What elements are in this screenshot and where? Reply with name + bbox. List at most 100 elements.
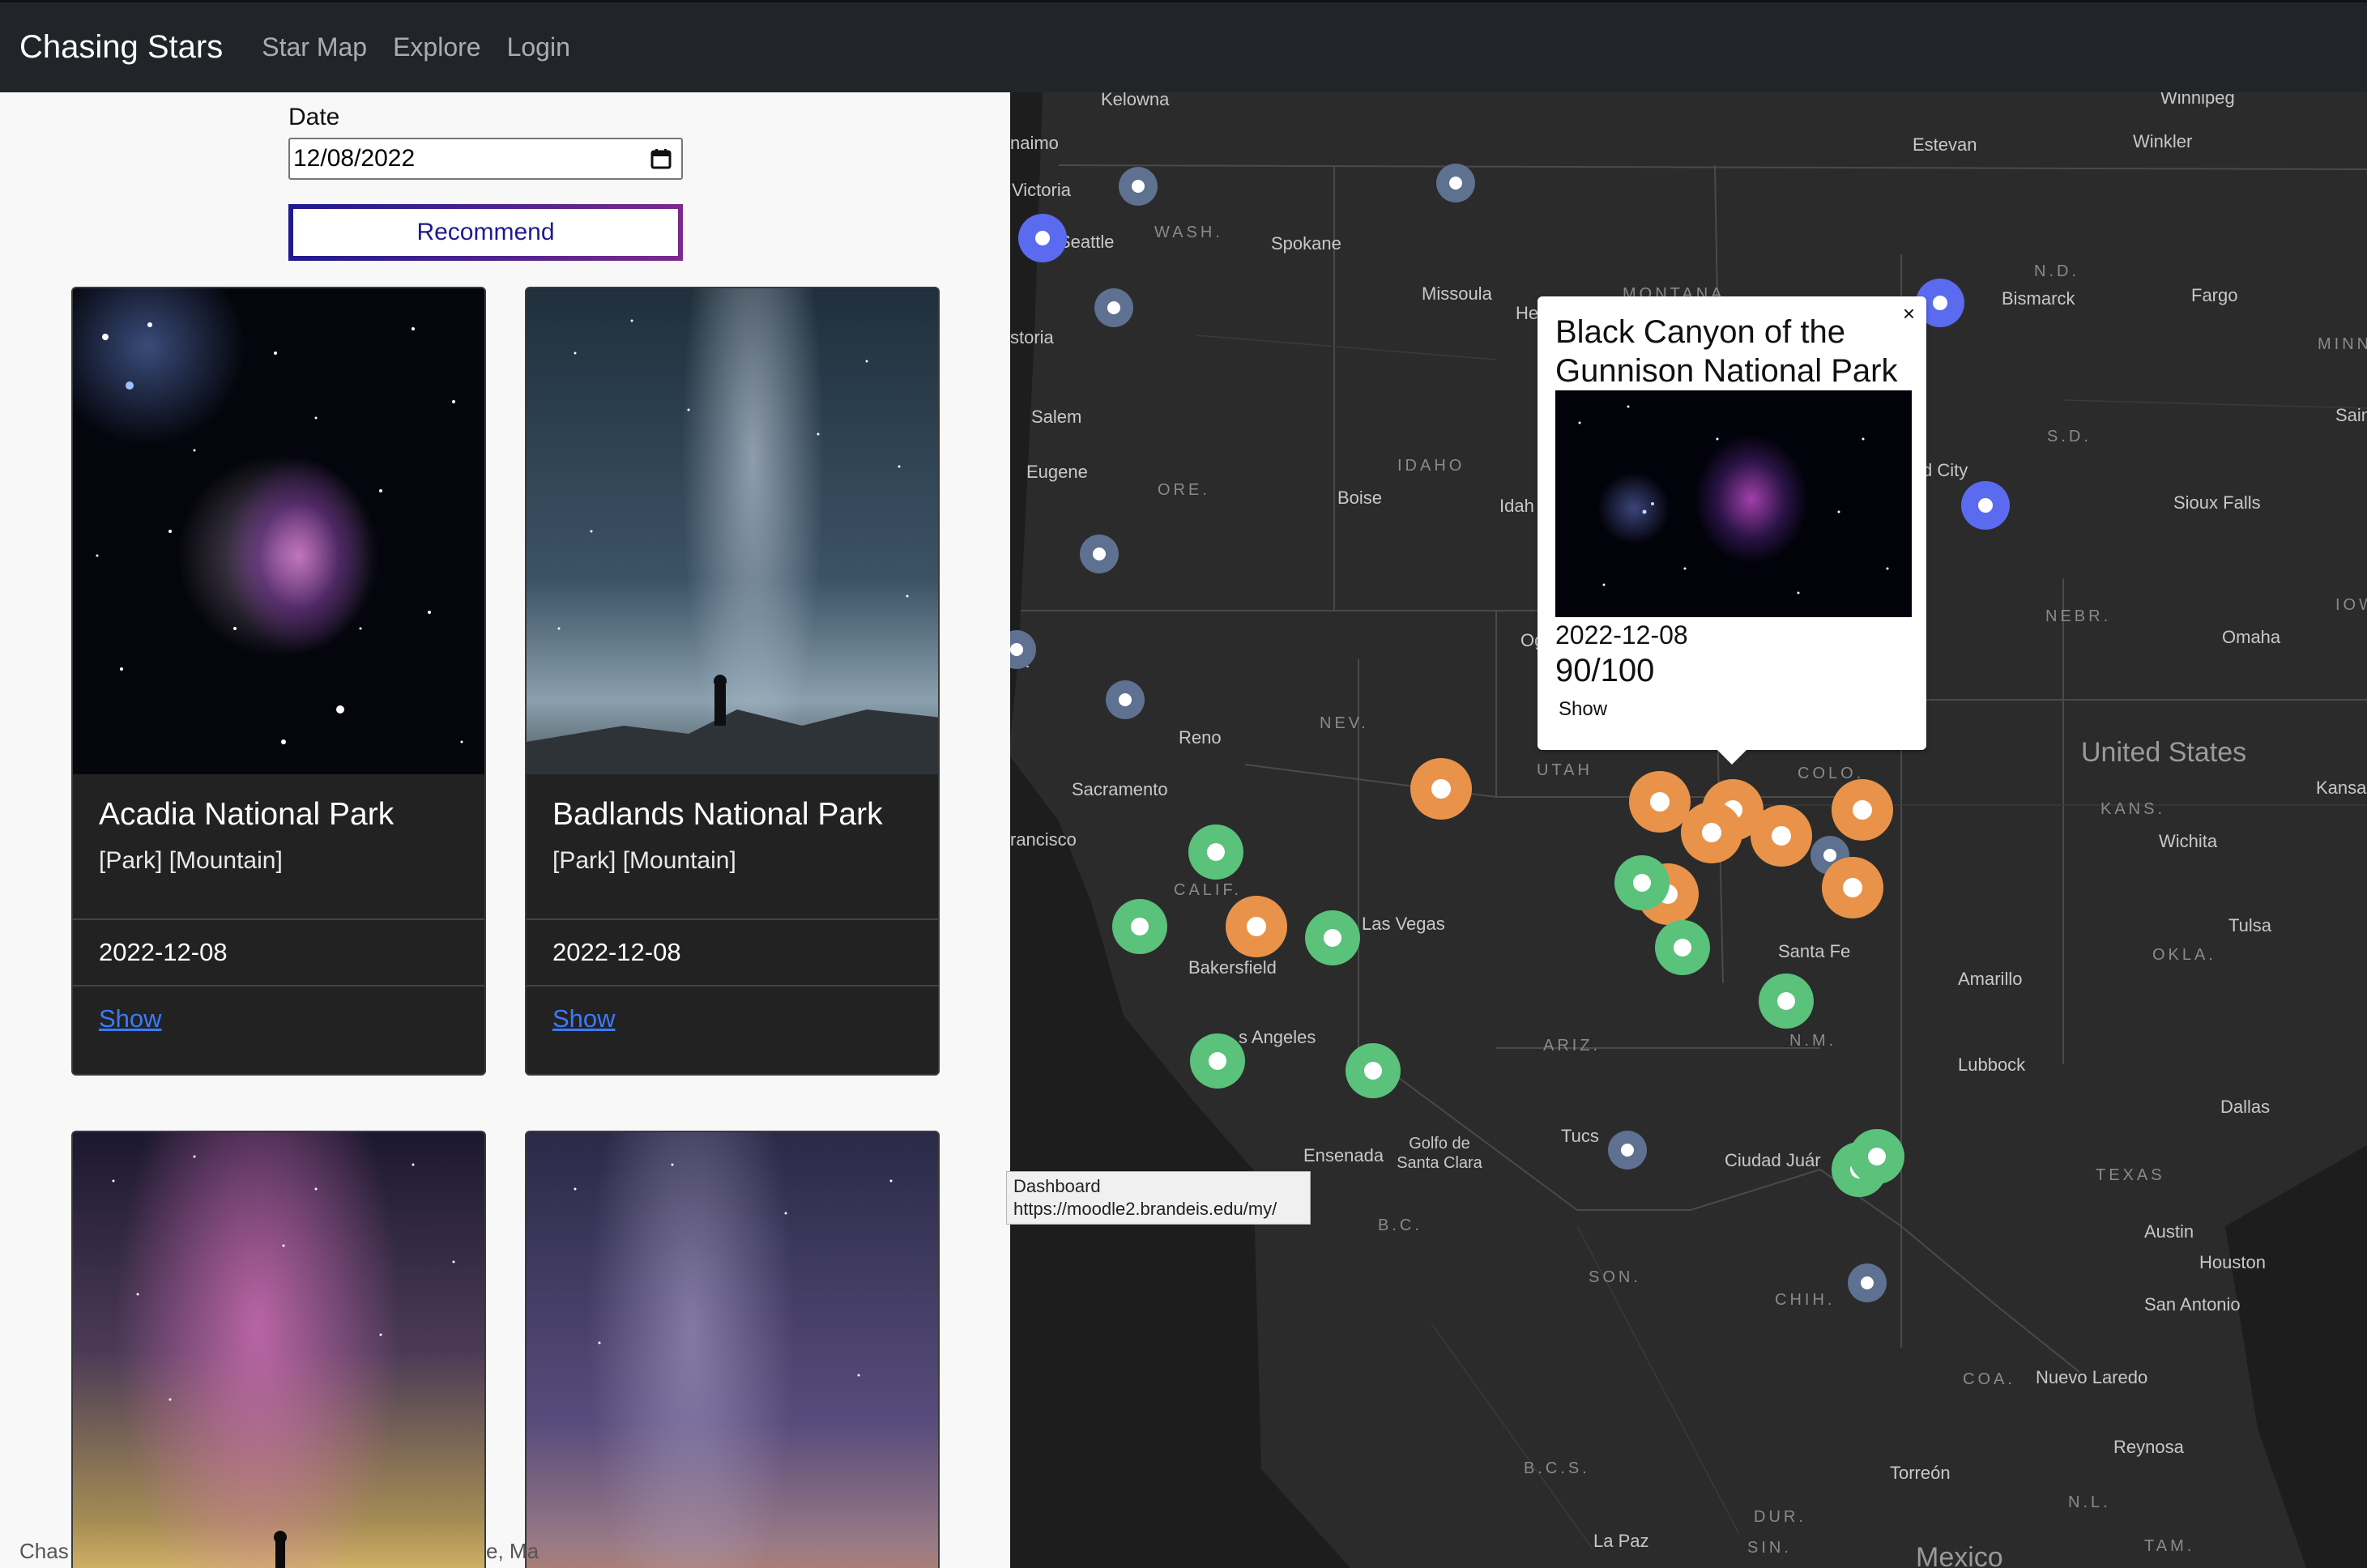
map-state-label: N.L. [2068,1493,2111,1511]
map-city-label: Tulsa [2228,915,2271,935]
map-state-label: IDAHO [1397,457,1465,475]
map-city-label: Omaha [2222,627,2281,647]
map-state-label: MINN. [2318,335,2367,353]
map-marker[interactable] [1608,1131,1647,1170]
map-marker[interactable] [1410,758,1472,820]
map-marker[interactable] [1822,857,1883,918]
map-marker[interactable] [1961,481,2010,530]
park-card [71,1131,486,1568]
map-city-label: Seattle [1059,232,1115,252]
map-city-label: Dallas [2220,1097,2271,1117]
map-state-label: SIN. [1747,1539,1792,1557]
map-state-label: N.D. [2034,262,2079,280]
map-state-label: B.C. [1378,1216,1422,1234]
park-card: Badlands National Park [Park] [Mountain]… [525,287,940,1076]
nav-link-login[interactable]: Login [507,32,570,62]
map-city-label: Boise [1337,488,1383,508]
card-show-link[interactable]: Show [99,1004,162,1033]
footer-text: Chas [19,1539,69,1563]
tooltip-url: https://moodle2.brandeis.edu/my/ [1013,1199,1277,1219]
map-city-label: Nuevo Laredo [2036,1367,2148,1387]
map-city-label: Salem [1031,407,1082,427]
map-state-label: TAM. [2144,1537,2195,1555]
map-state-label: OKLA. [2152,946,2216,964]
map-city-label: Sioux Falls [2173,492,2261,513]
card-tags: [Park] [Mountain] [552,847,736,874]
map-city-label: He [1516,303,1539,323]
map-marker[interactable] [1018,214,1067,262]
map-state-label: ORE. [1158,481,1210,499]
map-city-label: naimo [1010,133,1059,153]
map-marker[interactable] [1080,535,1119,573]
map-marker[interactable] [1226,896,1287,957]
calendar-icon[interactable] [650,148,672,169]
park-card [525,1131,940,1568]
map-marker[interactable] [1346,1043,1401,1098]
map-city-label: Eugene [1026,462,1088,482]
map-marker[interactable] [1832,779,1893,841]
map-state-label: N.M. [1789,1032,1837,1050]
recommend-button[interactable]: Recommend [288,204,683,261]
map-city-label: Estevan [1913,134,1977,155]
card-image [73,288,484,774]
map-state-label: KANS. [2100,800,2166,818]
map-city-label: Las Vegas [1362,914,1445,934]
popup-score: 90/100 [1555,653,1655,688]
map-city-label: Spokane [1271,233,1341,254]
map-city-label: Santa Fe [1778,941,1851,961]
map-marker[interactable] [1848,1263,1887,1302]
park-popup: × Black Canyon of the Gunnison National … [1537,296,1926,765]
map-state-label: UTAH [1537,761,1593,779]
map-marker[interactable] [1614,855,1670,910]
map-marker[interactable] [1305,910,1360,965]
map-marker[interactable] [1094,288,1133,327]
map-city-label: Reno [1179,727,1222,748]
nav-link-explore[interactable]: Explore [393,32,481,62]
map-state-label: B.C.S. [1524,1459,1590,1477]
map-marker[interactable] [1681,802,1742,863]
footer-text-2: e, Ma [486,1539,540,1563]
nav-link-star-map[interactable]: Star Map [262,32,367,62]
map-marker[interactable] [1112,899,1167,954]
map-marker[interactable] [1751,805,1812,867]
map-city-label: Bismarck [2002,288,2075,309]
map-state-label: DUR. [1754,1508,1806,1526]
map-city-label: Sacramento [1072,779,1168,799]
map-marker[interactable] [1188,824,1243,880]
card-date: 2022-12-08 [99,938,228,966]
map-marker[interactable] [1190,1033,1245,1089]
map-marker[interactable] [1106,680,1145,719]
card-title: Acadia National Park [99,797,394,832]
map-city-label: Golfo de Santa Clara [1397,1135,1482,1172]
map-country-label: United States [2081,737,2247,768]
map-marker[interactable] [1119,167,1158,206]
park-card: Acadia National Park [Park] [Mountain] 2… [71,287,486,1076]
map-city-label: storia [1010,327,1054,347]
map-state-label: WASH. [1154,224,1223,241]
map-state-label: CALIF. [1174,881,1243,899]
map-city-label: Wichita [2159,831,2218,851]
date-label: Date [288,104,340,130]
map-city-label: Fargo [2191,285,2238,305]
brand-link[interactable]: Chasing Stars [19,29,223,66]
map-state-label: TEXAS [2096,1166,2165,1184]
map-city-label: Victoria [1012,180,1071,200]
map-marker[interactable] [1759,974,1814,1029]
map-state-label: IOW [2335,596,2367,614]
popup-show-link[interactable]: Show [1559,698,1607,721]
map-city-label: Torreón [1890,1463,1951,1483]
card-image [527,1132,938,1568]
popup-date: 2022-12-08 [1555,620,1688,650]
map-marker[interactable] [1436,164,1475,202]
map-marker[interactable] [1849,1129,1904,1184]
map-state-label: SON. [1589,1268,1641,1286]
map-city-label: s Angeles [1239,1027,1316,1047]
map-city-label: Reynosa [2113,1437,2184,1457]
date-input[interactable]: 12/08/2022 [288,138,683,180]
map-marker[interactable] [1655,920,1710,975]
card-image [527,288,938,774]
card-show-link[interactable]: Show [552,1004,616,1033]
card-tags: [Park] [Mountain] [99,847,283,874]
map-city-label: Missoula [1422,283,1492,304]
map-city-label: La Paz [1593,1531,1649,1551]
